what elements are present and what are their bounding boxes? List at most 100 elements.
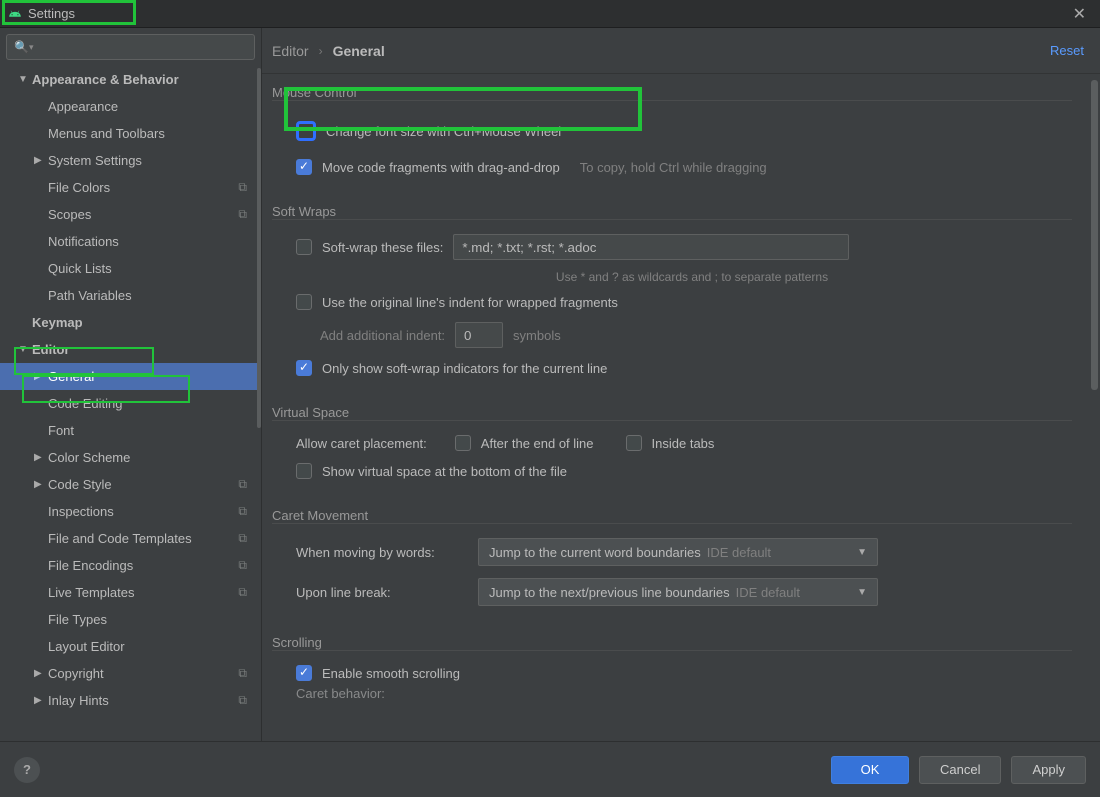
sidebar-scrollbar[interactable]: [257, 68, 261, 428]
sidebar-item-copyright[interactable]: Copyright⧉: [0, 660, 261, 687]
section-soft-wraps: Soft Wraps Soft-wrap these files: Use * …: [272, 203, 1072, 382]
sidebar-item-font[interactable]: Font: [0, 417, 261, 444]
label-additional-indent: Add additional indent:: [320, 328, 445, 343]
checkbox-original-indent[interactable]: [296, 294, 312, 310]
settings-tree[interactable]: Appearance & Behavior Appearance Menus and…: [0, 66, 261, 741]
opt-virtual-bottom[interactable]: Show virtual space at the bottom of the …: [272, 457, 1072, 485]
section-scrolling: Scrolling Enable smooth scrolling Caret …: [272, 634, 1072, 699]
sidebar-item-inspections[interactable]: Inspections ⧉: [0, 498, 261, 525]
checkbox-virtual-bottom[interactable]: [296, 463, 312, 479]
sidebar-item-label: Font: [48, 423, 74, 438]
opt-softwrap-indicators[interactable]: Only show soft-wrap indicators for the c…: [272, 354, 1072, 382]
sidebar-item-file-types[interactable]: File Types: [0, 606, 261, 633]
opt-moving-by-words: When moving by words: Jump to the curren…: [272, 532, 1072, 572]
checkbox-soft-wrap-files[interactable]: [296, 239, 312, 255]
sidebar-item-label: Menus and Toolbars: [48, 126, 165, 141]
sidebar-item-notifications[interactable]: Notifications: [0, 228, 261, 255]
breadcrumb-editor[interactable]: Editor: [272, 43, 309, 59]
cancel-button[interactable]: Cancel: [919, 756, 1001, 784]
sidebar-item-code-editing[interactable]: Code Editing: [0, 390, 261, 417]
sidebar-item-label: System Settings: [48, 153, 142, 168]
sidebar-item-menus-and-toolbars[interactable]: Menus and Toolbars: [0, 120, 261, 147]
opt-drag-and-drop[interactable]: Move code fragments with drag-and-drop T…: [272, 153, 1072, 181]
checkbox-softwrap-indicators[interactable]: [296, 360, 312, 376]
sidebar-item-file-colors[interactable]: File Colors⧉: [0, 174, 261, 201]
title-bar: Settings ✕: [0, 0, 1100, 28]
label-original-indent: Use the original line's indent for wrapp…: [322, 295, 618, 310]
hint-drag-and-drop: To copy, hold Ctrl while dragging: [580, 160, 767, 175]
sidebar-item-label: Inspections: [48, 504, 114, 519]
select-words-value: Jump to the current word boundaries: [489, 545, 701, 560]
section-title-scrolling: Scrolling: [272, 635, 330, 650]
android-icon: [8, 7, 22, 21]
checkbox-smooth-scrolling[interactable]: [296, 665, 312, 681]
label-upon-line-break: Upon line break:: [296, 585, 468, 600]
select-break-hint: IDE default: [736, 585, 800, 600]
sidebar-item-layout-editor[interactable]: Layout Editor: [0, 633, 261, 660]
select-upon-line-break[interactable]: Jump to the next/previous line boundarie…: [478, 578, 878, 606]
sidebar-item-label: General: [48, 369, 94, 384]
breadcrumb-general: General: [333, 43, 385, 59]
sidebar-item-label: Layout Editor: [48, 639, 125, 654]
sidebar-item-appearance-behavior[interactable]: Appearance & Behavior: [0, 66, 261, 93]
opt-original-indent[interactable]: Use the original line's indent for wrapp…: [272, 288, 1072, 316]
sidebar-item-path-variables[interactable]: Path Variables: [0, 282, 261, 309]
project-scope-icon: ⧉: [238, 666, 247, 681]
chevron-down-icon: ▼: [857, 587, 867, 598]
additional-indent-input[interactable]: [455, 322, 503, 348]
sidebar-item-editor[interactable]: Editor: [0, 336, 261, 363]
sidebar-item-keymap[interactable]: Keymap: [0, 309, 261, 336]
label-change-font-size: Change font size with Ctrl+Mouse Wheel: [326, 124, 561, 139]
section-caret-movement: Caret Movement When moving by words: Jum…: [272, 507, 1072, 612]
opt-upon-line-break: Upon line break: Jump to the next/previo…: [272, 572, 1072, 612]
sidebar-item-inlay-hints[interactable]: Inlay Hints⧉: [0, 687, 261, 714]
sidebar-item-system-settings[interactable]: System Settings: [0, 147, 261, 174]
select-break-value: Jump to the next/previous line boundarie…: [489, 585, 730, 600]
sidebar-item-label: Appearance: [48, 99, 118, 114]
select-words-hint: IDE default: [707, 545, 771, 560]
project-scope-icon: ⧉: [238, 504, 247, 519]
sidebar-item-label: Path Variables: [48, 288, 132, 303]
sidebar-item-code-style[interactable]: Code Style⧉: [0, 471, 261, 498]
project-scope-icon: ⧉: [238, 207, 247, 222]
caret-icon: [34, 479, 46, 490]
breadcrumb: Editor › General: [272, 43, 385, 59]
caret-icon: [18, 344, 30, 355]
apply-button[interactable]: Apply: [1011, 756, 1086, 784]
label-inside-tabs: Inside tabs: [652, 436, 715, 451]
section-virtual-space: Virtual Space Allow caret placement: Aft…: [272, 404, 1072, 485]
ok-button[interactable]: OK: [831, 756, 909, 784]
chevron-down-icon: ▼: [857, 547, 867, 558]
sidebar-item-file-and-code-templates[interactable]: File and Code Templates⧉: [0, 525, 261, 552]
opt-smooth-scrolling[interactable]: Enable smooth scrolling: [272, 659, 1072, 687]
sidebar-item-quick-lists[interactable]: Quick Lists: [0, 255, 261, 282]
soft-wrap-files-input[interactable]: [453, 234, 849, 260]
sidebar-item-scopes[interactable]: Scopes⧉: [0, 201, 261, 228]
caret-icon: [34, 668, 46, 679]
section-title-softwraps: Soft Wraps: [272, 204, 344, 219]
checkbox-drag-and-drop[interactable]: [296, 159, 312, 175]
section-mouse-control: Mouse Control Change font size with Ctrl…: [272, 84, 1072, 181]
help-button[interactable]: ?: [14, 757, 40, 783]
caret-icon: [34, 452, 46, 463]
search-input[interactable]: [6, 34, 255, 60]
opt-change-font-size[interactable]: Change font size with Ctrl+Mouse Wheel: [272, 109, 1072, 153]
sidebar-item-general[interactable]: General: [0, 363, 261, 390]
opt-soft-wrap-files[interactable]: Soft-wrap these files:: [272, 228, 1072, 266]
label-virtual-bottom: Show virtual space at the bottom of the …: [322, 464, 567, 479]
opt-caret-behavior-cut: Caret behavior:: [272, 687, 1072, 699]
sidebar-item-appearance[interactable]: Appearance: [0, 93, 261, 120]
checkbox-inside-tabs[interactable]: [626, 435, 642, 451]
checkbox-change-font-size[interactable]: [296, 121, 316, 141]
opt-additional-indent: Add additional indent: symbols: [272, 316, 1072, 354]
content-scrollbar[interactable]: [1091, 80, 1098, 390]
sidebar-item-live-templates[interactable]: Live Templates⧉: [0, 579, 261, 606]
project-scope-icon: ⧉: [238, 180, 247, 195]
checkbox-after-eol[interactable]: [455, 435, 471, 451]
sidebar-item-label: File Encodings: [48, 558, 133, 573]
sidebar-item-color-scheme[interactable]: Color Scheme: [0, 444, 261, 471]
select-moving-by-words[interactable]: Jump to the current word boundaries IDE …: [478, 538, 878, 566]
reset-link[interactable]: Reset: [1050, 43, 1084, 58]
sidebar-item-file-encodings[interactable]: File Encodings⧉: [0, 552, 261, 579]
close-icon[interactable]: ✕: [1067, 4, 1092, 24]
